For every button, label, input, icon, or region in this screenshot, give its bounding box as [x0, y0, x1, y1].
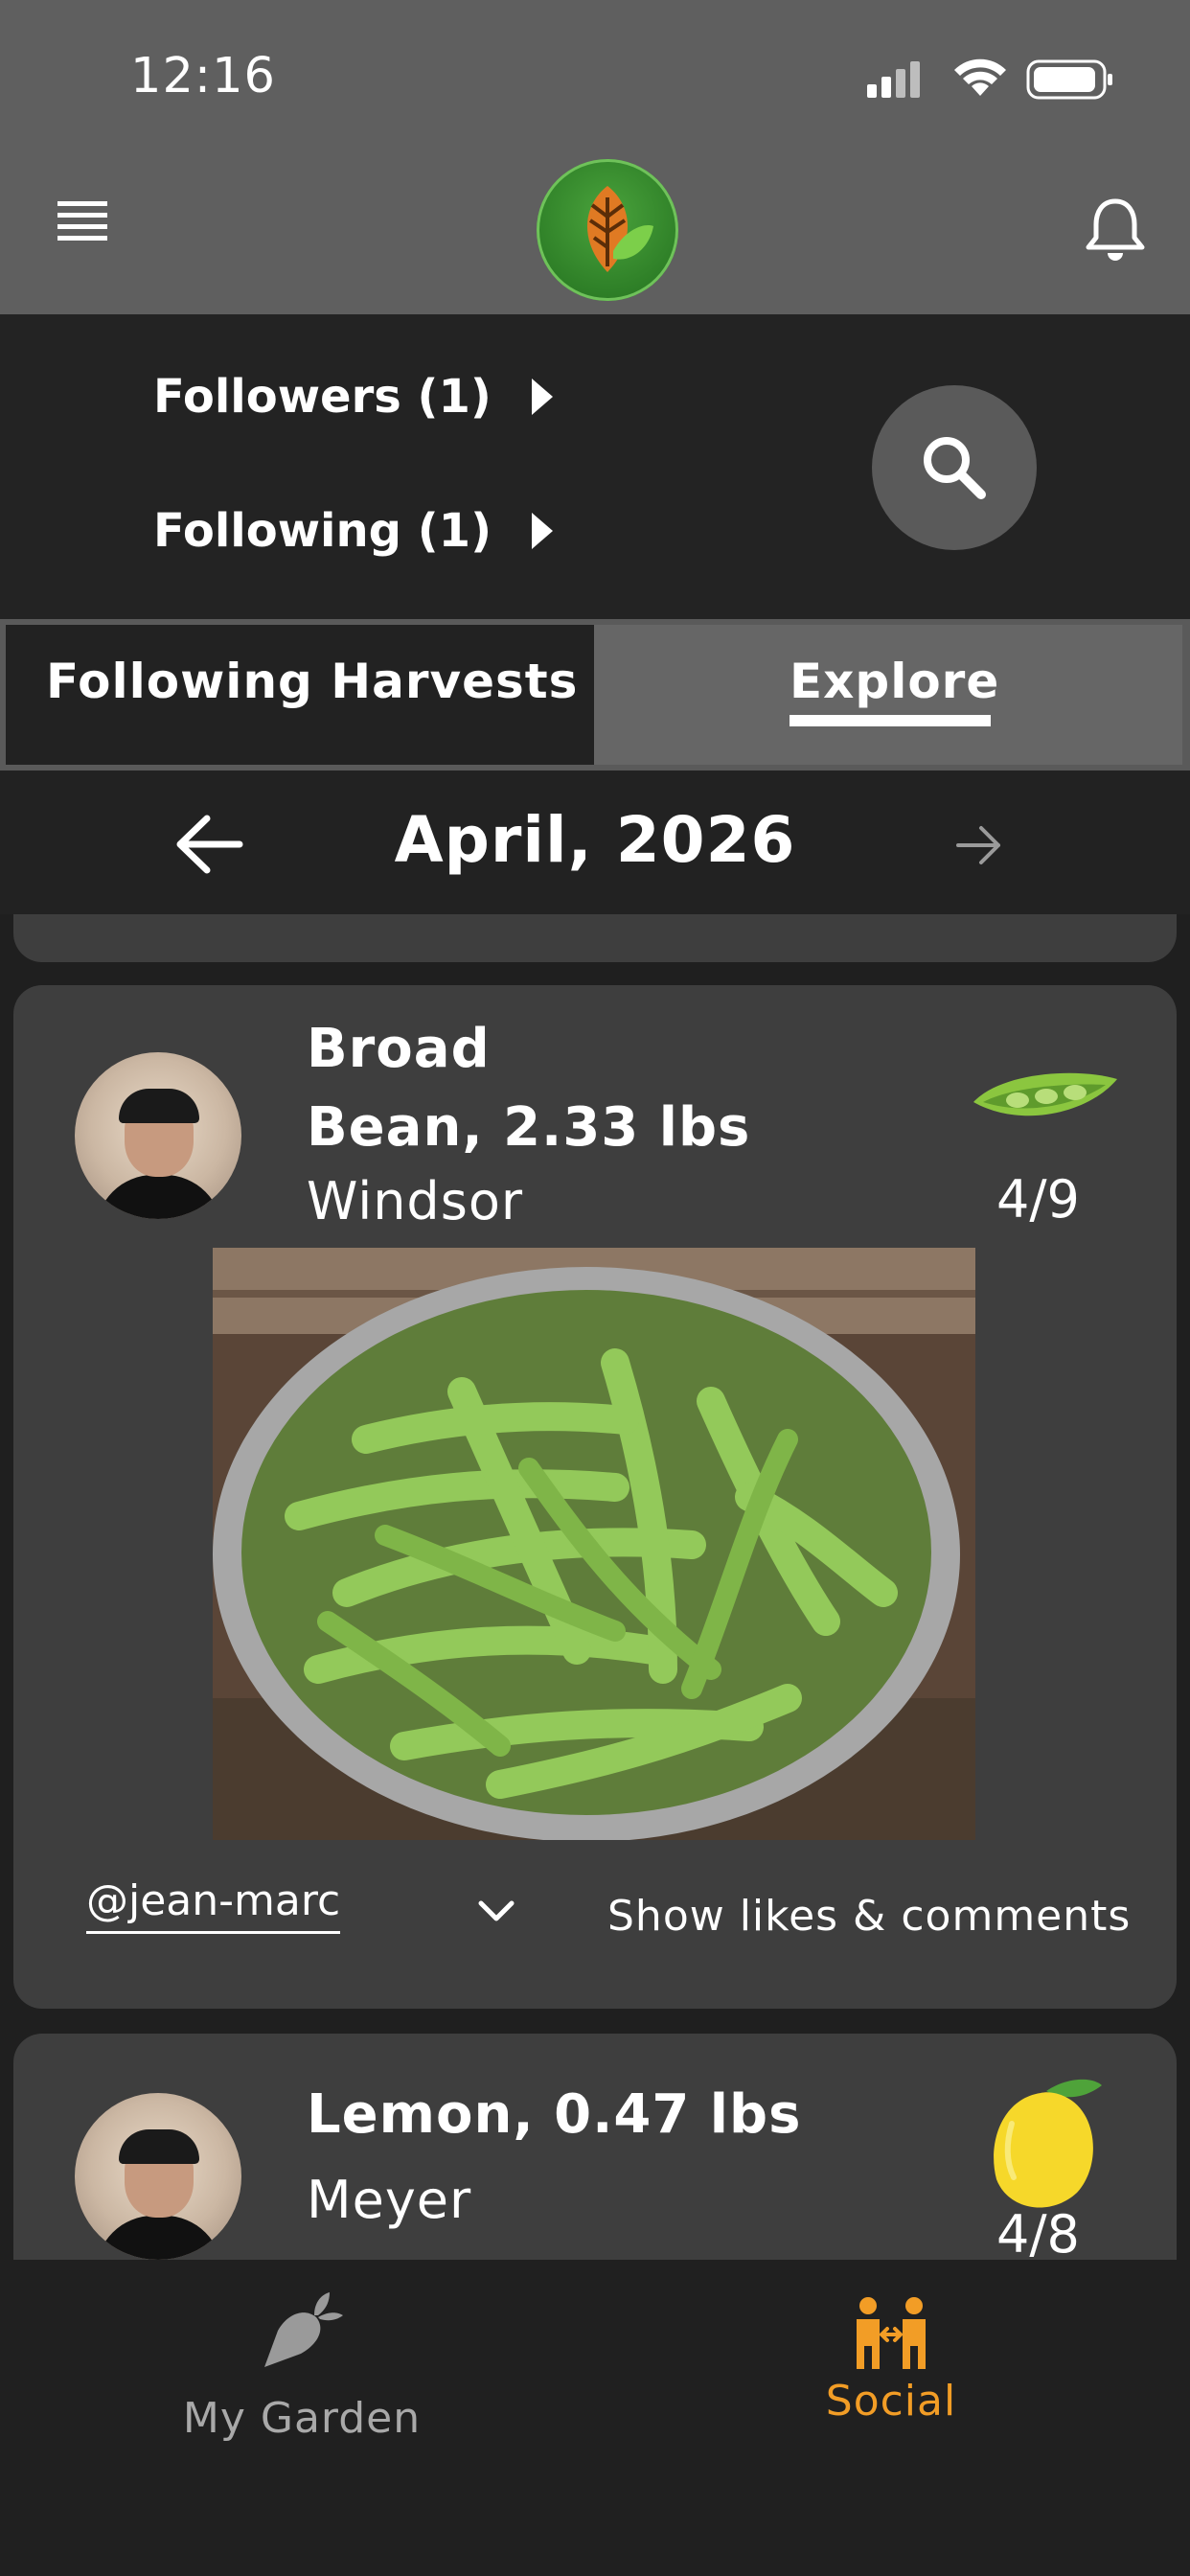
crop-name: Broad [307, 1018, 491, 1080]
caret-right-icon [531, 379, 553, 415]
chevron-down-icon[interactable] [475, 1898, 517, 1926]
tab-explore[interactable]: Explore [594, 625, 1182, 765]
nav-social[interactable]: Social [805, 2288, 977, 2432]
status-icons [867, 58, 1112, 100]
avatar[interactable] [75, 1052, 241, 1219]
harvest-card [13, 914, 1177, 962]
username-link[interactable]: @jean-marc [86, 1876, 341, 1934]
harvest-feed[interactable]: Broad Bean, 2.33 lbs Windsor 4/9 @jean-m… [0, 914, 1190, 2260]
following-label: Following (1) [153, 504, 492, 558]
show-likes-comments-button[interactable]: Show likes & comments [607, 1892, 1131, 1941]
broad-bean-icon [973, 1072, 1117, 1116]
crop-variety: Windsor [307, 1171, 524, 1231]
cellular-icon [867, 61, 920, 98]
tab-label: Following Harvests [46, 654, 579, 709]
followers-label: Followers (1) [153, 370, 492, 424]
nav-my-garden[interactable]: My Garden [182, 2288, 422, 2443]
crop-variety: Meyer [307, 2170, 472, 2230]
carrot-icon [264, 2292, 343, 2367]
lemon-icon [994, 2079, 1102, 2208]
following-link[interactable]: Following (1) [153, 504, 554, 558]
harvest-date: 4/9 [996, 1169, 1080, 1230]
bell-icon[interactable] [1085, 196, 1146, 263]
tab-label: Explore [790, 654, 1000, 709]
harvest-photo[interactable] [213, 1248, 975, 1840]
caret-right-icon [532, 513, 554, 549]
search-icon [924, 437, 986, 499]
nav-label: Social [825, 2377, 957, 2426]
month-label: April, 2026 [394, 803, 796, 877]
crop-weight: Bean, 2.33 lbs [307, 1096, 751, 1159]
menu-icon[interactable] [57, 201, 113, 249]
harvest-date: 4/8 [996, 2204, 1080, 2260]
harvest-card: Broad Bean, 2.33 lbs Windsor 4/9 @jean-m… [13, 985, 1177, 2009]
arrow-right-icon[interactable] [954, 822, 1004, 868]
active-tab-indicator [790, 715, 991, 726]
avatar[interactable] [75, 2093, 241, 2260]
status-time: 12:16 [130, 48, 276, 104]
wifi-icon [954, 58, 1006, 96]
people-icon [857, 2297, 926, 2369]
tab-following-harvests[interactable]: Following Harvests [6, 625, 594, 765]
nav-label: My Garden [182, 2394, 422, 2443]
crop-name: Lemon, 0.47 lbs [307, 2083, 802, 2146]
battery-icon [1026, 59, 1112, 100]
bottom-navigation [0, 2260, 1190, 2576]
followers-link[interactable]: Followers (1) [153, 370, 553, 424]
harvest-card: Lemon, 0.47 lbs Meyer 4/8 [13, 2034, 1177, 2260]
leaf-logo [537, 159, 678, 301]
search-button[interactable] [872, 385, 1037, 550]
